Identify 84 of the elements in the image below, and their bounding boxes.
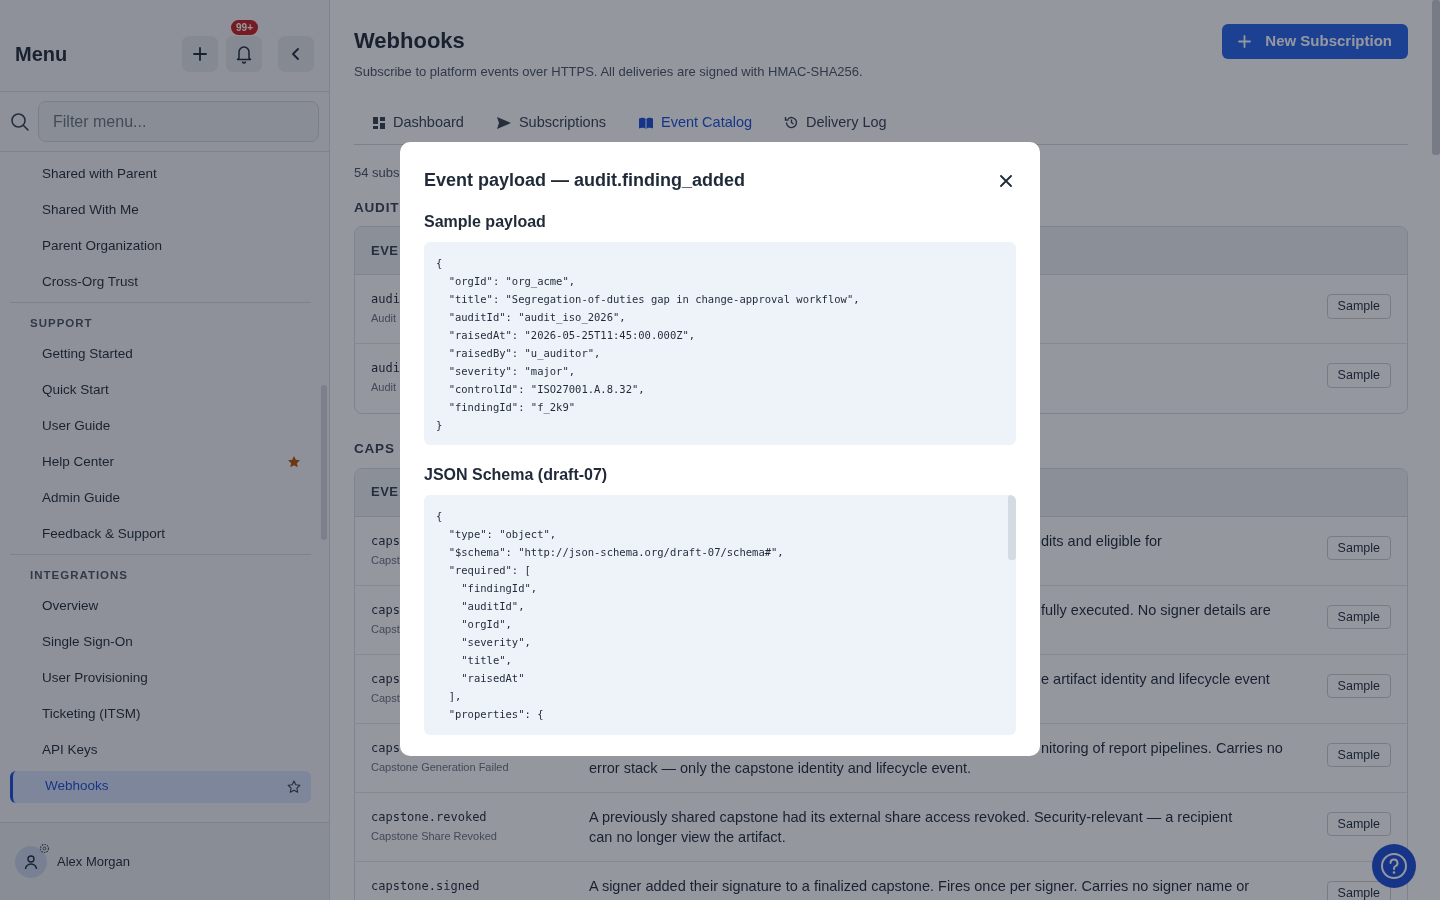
tab[interactable]: Subscriptions: [479, 101, 622, 145]
help-button[interactable]: [1372, 844, 1416, 888]
sidebar-item[interactable]: Getting Started: [10, 336, 311, 373]
event-description: A previously shared capstone had its external share access revoked. Security-relevant — a recipient: [589, 807, 1234, 827]
event-description: dits and eligible for: [1040, 531, 1163, 551]
modal-title: Event payload — audit.finding_added: [424, 170, 746, 192]
section-heading: INTEGRATIONS: [29, 568, 130, 584]
event-name: Audit: [371, 380, 397, 396]
collapse-button[interactable]: [278, 35, 314, 72]
user-name: Alex Morgan: [57, 852, 130, 871]
bell-icon: [235, 43, 253, 64]
close-icon: [1000, 174, 1012, 187]
subscription-count: 54 subs: [354, 163, 400, 182]
history-icon: [784, 115, 800, 131]
event-description: fully executed. No signer details are: [1040, 600, 1272, 620]
sample-button[interactable]: Sample: [1326, 880, 1391, 900]
event-code: caps: [371, 601, 400, 619]
sample-button[interactable]: Sample: [1326, 673, 1391, 699]
sample-button[interactable]: Sample: [1326, 294, 1391, 320]
tab[interactable]: Delivery Log: [768, 101, 903, 145]
group-heading: AUDIT: [354, 199, 400, 218]
sample-button[interactable]: Sample: [1326, 811, 1391, 837]
sidebar-item[interactable]: Quick Start: [10, 372, 311, 409]
group-heading: CAPS: [354, 440, 395, 459]
sidebar-item[interactable]: Single Sign-On: [10, 624, 311, 661]
sidebar-item[interactable]: Feedback & Support: [10, 516, 311, 553]
sidebar-title: Menu: [15, 41, 68, 66]
event-code: capstone.revoked: [371, 808, 487, 826]
scrollbar[interactable]: [1432, 0, 1440, 155]
new-subscription-button[interactable]: New Subscription: [1222, 24, 1408, 59]
event-name: Capst: [371, 552, 400, 568]
avatar[interactable]: [15, 845, 47, 878]
event-description: A signer added their signature to a finalized capstone. Fires once per signer. Carries no signer name or: [589, 876, 1251, 896]
plus-icon: [1238, 35, 1252, 48]
book-icon: [638, 115, 654, 130]
event-code: audi: [371, 291, 400, 309]
grid-icon: [372, 115, 386, 130]
event-code: caps: [371, 670, 400, 688]
search-icon: [10, 111, 30, 132]
event-description: nitoring of report pipelines. Carries no: [1040, 738, 1284, 758]
user-icon: [23, 853, 39, 870]
filter-menu-field[interactable]: Filter menu...: [38, 101, 319, 142]
notifications-button[interactable]: [226, 35, 262, 72]
gear-icon: [39, 842, 50, 854]
event-code: caps: [371, 532, 400, 550]
sidebar-item[interactable]: Ticketing (ITSM): [10, 696, 311, 733]
event-code: audi: [371, 360, 400, 378]
sample-button[interactable]: Sample: [1326, 363, 1391, 389]
add-button[interactable]: [182, 35, 218, 72]
tab[interactable]: Dashboard: [356, 101, 480, 145]
chevron-left-icon: [290, 46, 302, 61]
star-icon: [287, 779, 301, 794]
sidebar-item[interactable]: Webhooks: [10, 770, 311, 803]
sidebar-item[interactable]: Admin Guide: [10, 480, 311, 517]
sidebar-item[interactable]: API Keys: [10, 732, 311, 769]
sidebar-item[interactable]: Cross-Org Trust: [10, 264, 311, 300]
event-description: can no longer view the artifact.: [589, 827, 787, 847]
event-name: Capst: [371, 690, 400, 706]
page-title: Webhooks: [354, 28, 466, 55]
event-description: error stack — only the capstone identity and lifecycle event.: [589, 758, 973, 778]
event-name: Audit: [371, 311, 397, 327]
event-description: e artifact identity and lifecycle event: [1040, 669, 1271, 689]
help-icon: [1379, 851, 1409, 881]
sidebar-item[interactable]: User Guide: [10, 408, 311, 445]
sidebar-item[interactable]: User Provisioning: [10, 660, 311, 697]
sample-button[interactable]: Sample: [1326, 604, 1391, 630]
sidebar-item[interactable]: Shared with Parent: [10, 156, 311, 192]
scrollbar[interactable]: [1008, 494, 1016, 560]
page-subtitle: Subscribe to platform events over HTTPS. All deliveries are signed with HMAC-SHA256.: [354, 63, 863, 82]
event-name: Capst: [371, 621, 400, 637]
sidebar-item[interactable]: Overview: [10, 588, 311, 625]
event-name: Capstone Share Revoked: [371, 828, 497, 844]
sample-button[interactable]: Sample: [1326, 742, 1391, 768]
notification-badge: 99+: [231, 19, 258, 35]
sidebar-item[interactable]: Parent Organization: [10, 228, 311, 264]
event-code: caps: [371, 739, 400, 757]
sidebar-item[interactable]: Shared With Me: [10, 192, 311, 228]
send-icon: [495, 115, 512, 130]
plus-icon: [192, 45, 208, 62]
sample-button[interactable]: Sample: [1326, 535, 1391, 561]
section-heading: SUPPORT: [29, 316, 94, 331]
event-name: Capstone Generation Failed: [371, 759, 509, 775]
sidebar-item[interactable]: Help Center: [10, 444, 311, 481]
event-code: capstone.signed: [371, 877, 480, 895]
